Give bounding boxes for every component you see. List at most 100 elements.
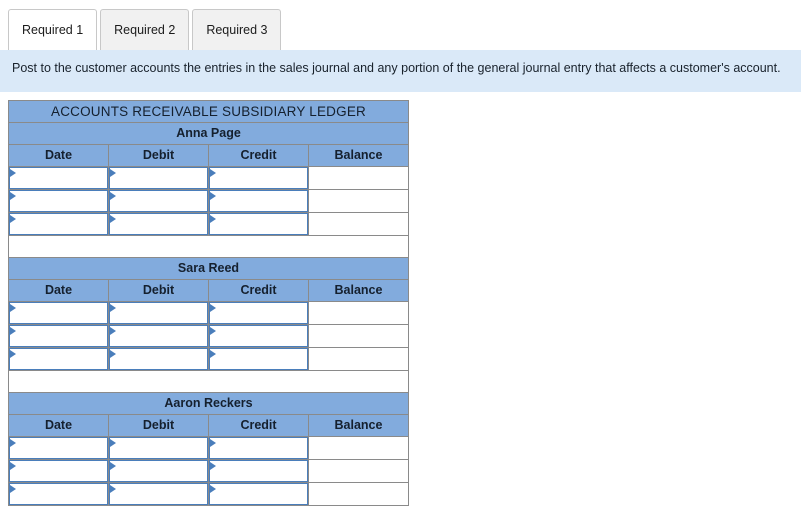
debit-field[interactable] [109,459,208,482]
credit-cell [208,481,309,506]
dropdown-triangle-icon [210,303,216,312]
date-field[interactable] [9,166,108,189]
column-header-debit: Debit [108,143,209,167]
date-field[interactable] [9,324,108,347]
column-header-row: Date Debit Credit Balance [8,413,409,437]
debit-input[interactable] [118,348,205,369]
ledger-title-row: ACCOUNTS RECEIVABLE SUBSIDIARY LEDGER [8,99,409,123]
debit-input[interactable] [118,460,205,481]
credit-field[interactable] [209,189,308,212]
debit-cell [108,211,209,236]
credit-input[interactable] [218,167,305,188]
debit-cell [108,323,209,348]
debit-input[interactable] [118,190,205,211]
credit-field[interactable] [209,166,308,189]
credit-cell [208,435,309,460]
date-field[interactable] [9,459,108,482]
ledger-entry-row [8,211,409,236]
date-input[interactable] [18,325,105,346]
dropdown-triangle-icon [10,326,16,335]
credit-field[interactable] [209,459,308,482]
dropdown-triangle-icon [10,303,16,312]
debit-cell [108,435,209,460]
debit-field[interactable] [109,301,208,324]
credit-field[interactable] [209,347,308,370]
credit-field[interactable] [209,436,308,459]
date-field[interactable] [9,436,108,459]
credit-input[interactable] [218,460,305,481]
tab-required-3[interactable]: Required 3 [192,9,282,50]
credit-field[interactable] [209,324,308,347]
column-header-debit: Debit [108,413,209,437]
date-field[interactable] [9,301,108,324]
ledger-entry-row [8,165,409,190]
ledger-entry-row [8,346,409,371]
date-field[interactable] [9,189,108,212]
balance-cell [308,323,409,348]
date-input[interactable] [18,348,105,369]
date-input[interactable] [18,213,105,234]
debit-cell [108,481,209,506]
ledger-entry-row [8,300,409,325]
debit-input[interactable] [118,167,205,188]
column-header-credit: Credit [208,278,309,302]
debit-input[interactable] [118,302,205,323]
credit-field[interactable] [209,212,308,235]
date-input[interactable] [18,437,105,458]
debit-field[interactable] [109,212,208,235]
tab-label: Required 1 [22,23,84,37]
account-name-row: Sara Reed [8,256,409,280]
credit-input[interactable] [218,437,305,458]
balance-cell [308,481,409,506]
credit-input[interactable] [218,325,305,346]
date-field[interactable] [9,212,108,235]
credit-input[interactable] [218,213,305,234]
credit-input[interactable] [218,190,305,211]
ledger-spacer-row [8,369,409,393]
date-input[interactable] [18,483,105,504]
date-input[interactable] [18,167,105,188]
debit-input[interactable] [118,437,205,458]
dropdown-triangle-icon [110,326,116,335]
debit-field[interactable] [109,436,208,459]
ledger-entry-row [8,458,409,483]
accounts-receivable-subsidiary-ledger-table: ACCOUNTS RECEIVABLE SUBSIDIARY LEDGER Ann… [8,99,409,506]
debit-input[interactable] [118,213,205,234]
credit-input[interactable] [218,348,305,369]
date-input[interactable] [18,190,105,211]
credit-input[interactable] [218,483,305,504]
date-input[interactable] [18,302,105,323]
dropdown-triangle-icon [110,349,116,358]
credit-input[interactable] [218,302,305,323]
date-field[interactable] [9,347,108,370]
debit-field[interactable] [109,324,208,347]
dropdown-triangle-icon [10,214,16,223]
dropdown-triangle-icon [110,303,116,312]
tab-required-2[interactable]: Required 2 [100,9,190,50]
debit-field[interactable] [109,347,208,370]
column-header-credit: Credit [208,413,309,437]
debit-cell [108,346,209,371]
date-input[interactable] [18,460,105,481]
date-field[interactable] [9,482,108,505]
account-name: Anna Page [8,121,409,145]
dropdown-triangle-icon [210,168,216,177]
column-header-date: Date [8,143,109,167]
debit-cell [108,458,209,483]
dropdown-triangle-icon [110,168,116,177]
credit-cell [208,300,309,325]
debit-field[interactable] [109,166,208,189]
ledger-entry-row [8,323,409,348]
debit-field[interactable] [109,482,208,505]
credit-field[interactable] [209,301,308,324]
debit-field[interactable] [109,189,208,212]
dropdown-triangle-icon [10,438,16,447]
tab-required-1[interactable]: Required 1 [8,9,98,50]
balance-cell [308,300,409,325]
debit-cell [108,300,209,325]
credit-field[interactable] [209,482,308,505]
credit-cell [208,188,309,213]
date-cell [8,300,109,325]
debit-input[interactable] [118,325,205,346]
debit-input[interactable] [118,483,205,504]
